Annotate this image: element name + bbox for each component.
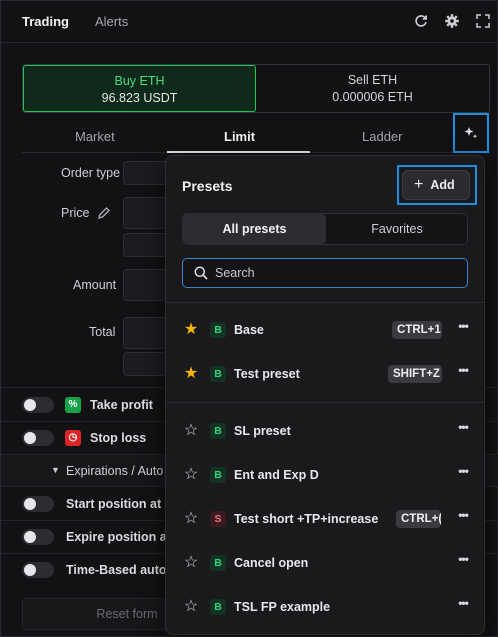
take-profit-toggle[interactable] (22, 397, 54, 413)
buy-side-badge: B (210, 467, 226, 483)
percent-icon: % (65, 397, 81, 413)
buy-side-badge: B (210, 555, 226, 571)
top-bar: Trading Alerts (1, 1, 498, 43)
tab-alerts[interactable]: Alerts (95, 14, 128, 29)
divider (166, 402, 484, 403)
sell-side-badge: S (210, 511, 226, 527)
star-outline-icon[interactable]: ☆ (182, 554, 200, 572)
amount-label: Amount (73, 278, 117, 292)
star-outline-icon[interactable]: ☆ (182, 510, 200, 528)
preset-row[interactable]: ☆ B SL preset ••• (166, 412, 484, 452)
expand-icon[interactable] (475, 13, 491, 29)
all-presets-tab[interactable]: All presets (183, 214, 326, 244)
take-profit-label: Take profit (90, 398, 153, 412)
refresh-icon[interactable] (413, 13, 429, 29)
plus-icon: + (414, 176, 424, 193)
preset-name: Base (234, 323, 264, 337)
add-label: Add (430, 178, 455, 192)
preset-name: Test preset (234, 367, 300, 381)
preset-filter-segment: All presets Favorites (182, 213, 468, 245)
presets-title: Presets (182, 178, 233, 194)
hotkey-badge: CTRL+( (396, 510, 441, 528)
buy-amount: 96.823 USDT (101, 91, 178, 105)
star-outline-icon[interactable]: ☆ (182, 466, 200, 484)
star-outline-icon[interactable]: ☆ (182, 598, 200, 616)
tab-ladder[interactable]: Ladder (362, 129, 402, 144)
price-label: Price (61, 206, 90, 220)
sell-label: Sell ETH (347, 73, 398, 87)
buy-side-button[interactable]: Buy ETH 96.823 USDT (23, 65, 256, 112)
sparkle-icon (464, 127, 478, 139)
buy-side-badge: B (210, 322, 226, 338)
preset-name: TSL FP example (234, 600, 331, 614)
presets-popup: Presets + Add All presets Favorites ★ B B… (165, 155, 485, 635)
caret-down-icon: ▼ (51, 465, 60, 475)
more-options-icon[interactable]: ••• (455, 464, 471, 482)
stop-icon: ◷ (65, 430, 81, 446)
favorites-tab[interactable]: Favorites (326, 214, 468, 244)
star-filled-icon[interactable]: ★ (182, 321, 200, 339)
preset-row[interactable]: ☆ S Test short +TP+increase CTRL+( ••• (166, 500, 484, 540)
sell-side-button[interactable]: Sell ETH 0.000006 ETH (256, 65, 489, 112)
stop-loss-toggle[interactable] (22, 430, 54, 446)
preset-row[interactable]: ★ B Base CTRL+1 ••• (166, 311, 484, 351)
more-options-icon[interactable]: ••• (455, 319, 471, 337)
hotkey-badge: CTRL+1 (392, 321, 442, 339)
more-options-icon[interactable]: ••• (455, 508, 471, 526)
preset-name: SL preset (234, 424, 291, 438)
stop-loss-label: Stop loss (90, 431, 147, 445)
more-options-icon[interactable]: ••• (455, 596, 471, 614)
order-type-tabs: Market Limit Ladder (22, 121, 490, 153)
divider (166, 302, 484, 303)
more-options-icon[interactable]: ••• (455, 552, 471, 570)
time-based-label: Time-Based auto c (66, 563, 177, 577)
tab-trading[interactable]: Trading (22, 14, 69, 29)
buy-side-badge: B (210, 599, 226, 615)
star-outline-icon[interactable]: ☆ (182, 422, 200, 440)
tab-limit[interactable]: Limit (224, 129, 255, 144)
preset-row[interactable]: ☆ B Cancel open ••• (166, 544, 484, 584)
preset-row[interactable]: ★ B Test preset SHIFT+Z ••• (166, 355, 484, 395)
active-tab-indicator (167, 151, 310, 153)
expire-position-toggle[interactable] (22, 529, 54, 545)
preset-name: Test short +TP+increase (234, 512, 379, 526)
search-icon (194, 266, 208, 280)
preset-name: Ent and Exp D (234, 468, 319, 482)
tab-market[interactable]: Market (75, 129, 115, 144)
buy-side-badge: B (210, 366, 226, 382)
time-based-toggle[interactable] (22, 562, 54, 578)
start-position-label: Start position at (66, 497, 162, 511)
expire-position-label: Expire position at (66, 530, 171, 544)
add-preset-button[interactable]: + Add (402, 170, 470, 200)
more-options-icon[interactable]: ••• (455, 420, 471, 438)
pencil-icon[interactable] (97, 206, 111, 220)
gear-icon[interactable] (444, 13, 460, 29)
start-position-toggle[interactable] (22, 496, 54, 512)
more-options-icon[interactable]: ••• (455, 363, 471, 381)
star-filled-icon[interactable]: ★ (182, 365, 200, 383)
buy-side-badge: B (210, 423, 226, 439)
sell-amount: 0.000006 ETH (332, 90, 413, 104)
presets-sparkle-button[interactable] (453, 113, 489, 153)
side-selector: Buy ETH 96.823 USDT Sell ETH 0.000006 ET… (22, 64, 490, 113)
preset-name: Cancel open (234, 556, 309, 570)
preset-search (182, 258, 468, 288)
search-input[interactable] (215, 263, 455, 283)
preset-row[interactable]: ☆ B TSL FP example ••• (166, 588, 484, 628)
hotkey-badge: SHIFT+Z (388, 365, 442, 383)
trading-panel: Trading Alerts Buy ETH 96.823 USDT Sell … (0, 0, 498, 637)
total-label: Total (89, 325, 116, 339)
buy-label: Buy ETH (114, 74, 165, 88)
preset-row[interactable]: ☆ B Ent and Exp D ••• (166, 456, 484, 496)
order-type-label: Order type (61, 166, 121, 180)
